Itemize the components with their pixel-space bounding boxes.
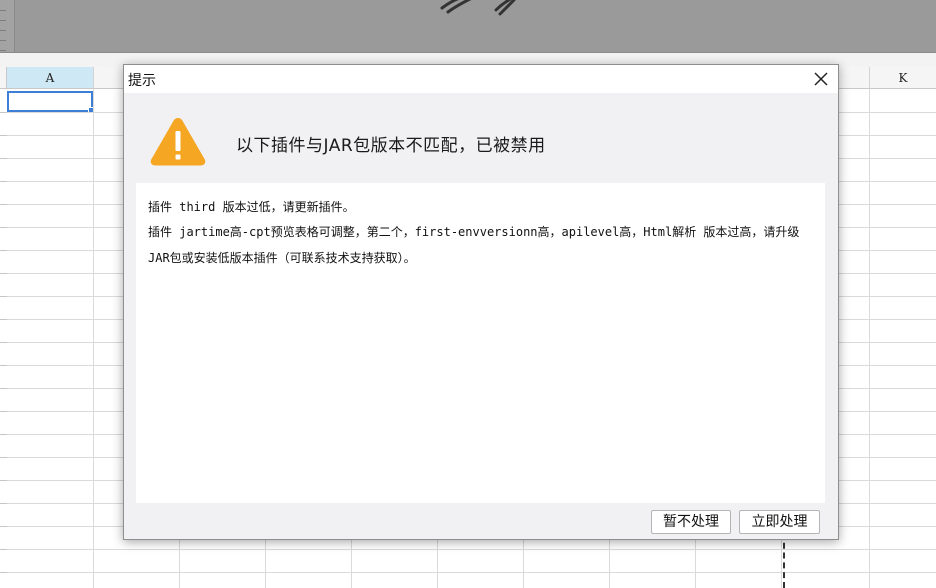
row-header-tick <box>0 549 7 550</box>
message-line: 插件 jartime高-cpt预览表格可调整，第二个，first-envvers… <box>148 225 800 265</box>
row-header-tick <box>0 227 7 228</box>
left-ruler <box>0 0 15 52</box>
ruler-tick <box>0 40 6 41</box>
column-header-a[interactable]: A <box>7 67 94 89</box>
row-header-tick <box>0 181 7 182</box>
dialog-title: 提示 <box>128 73 156 89</box>
row-header-tick <box>0 572 7 573</box>
row-header-tick <box>0 112 7 113</box>
row-header-tick <box>0 434 7 435</box>
message-line: 插件 third 版本过低，请更新插件。 <box>148 200 355 214</box>
ruler-tick <box>0 30 6 31</box>
row-header-tick <box>0 342 7 343</box>
later-button[interactable]: 暂不处理 <box>651 510 731 534</box>
ruler-tick <box>0 10 6 11</box>
row-header-tick <box>0 457 7 458</box>
row-header-tick <box>0 319 7 320</box>
ruler-tick <box>0 20 6 21</box>
row-header-tick <box>0 388 7 389</box>
row-header-tick <box>0 411 7 412</box>
grid-row-line <box>7 572 936 573</box>
row-header-tick <box>0 204 7 205</box>
close-icon[interactable] <box>810 68 832 90</box>
active-cell[interactable] <box>7 91 95 114</box>
row-header-tick <box>0 135 7 136</box>
row-header-tick <box>0 273 7 274</box>
row-header-tick <box>0 526 7 527</box>
row-header-tick <box>0 365 7 366</box>
signature-logo <box>440 0 516 16</box>
grid-column-line <box>93 89 94 588</box>
message-area: 插件 third 版本过低，请更新插件。 插件 jartime高-cpt预览表格… <box>136 183 825 503</box>
grid-column-line <box>869 89 870 588</box>
grid-row-line <box>7 549 936 550</box>
row-header-tick <box>0 296 7 297</box>
corner-cell[interactable] <box>0 67 7 89</box>
row-header-tick <box>0 503 7 504</box>
row-header-tick <box>0 250 7 251</box>
handle-now-button[interactable]: 立即处理 <box>739 510 820 534</box>
row-header-tick <box>0 480 7 481</box>
ruler-tick <box>0 50 6 51</box>
dialog-headline: 以下插件与JAR包版本不匹配，已被禁用 <box>236 136 546 156</box>
dialog-header: 以下插件与JAR包版本不匹配，已被禁用 <box>124 93 838 182</box>
column-header-k[interactable]: K <box>870 67 936 89</box>
top-toolbar-strip <box>0 0 936 53</box>
warning-icon <box>150 118 206 166</box>
plugin-warning-dialog: 提示 以下插件与JAR包版本不匹配，已被禁用 插件 third 版本过低，请更新… <box>123 64 839 540</box>
dialog-titlebar[interactable]: 提示 <box>124 65 838 93</box>
row-header-tick <box>0 158 7 159</box>
